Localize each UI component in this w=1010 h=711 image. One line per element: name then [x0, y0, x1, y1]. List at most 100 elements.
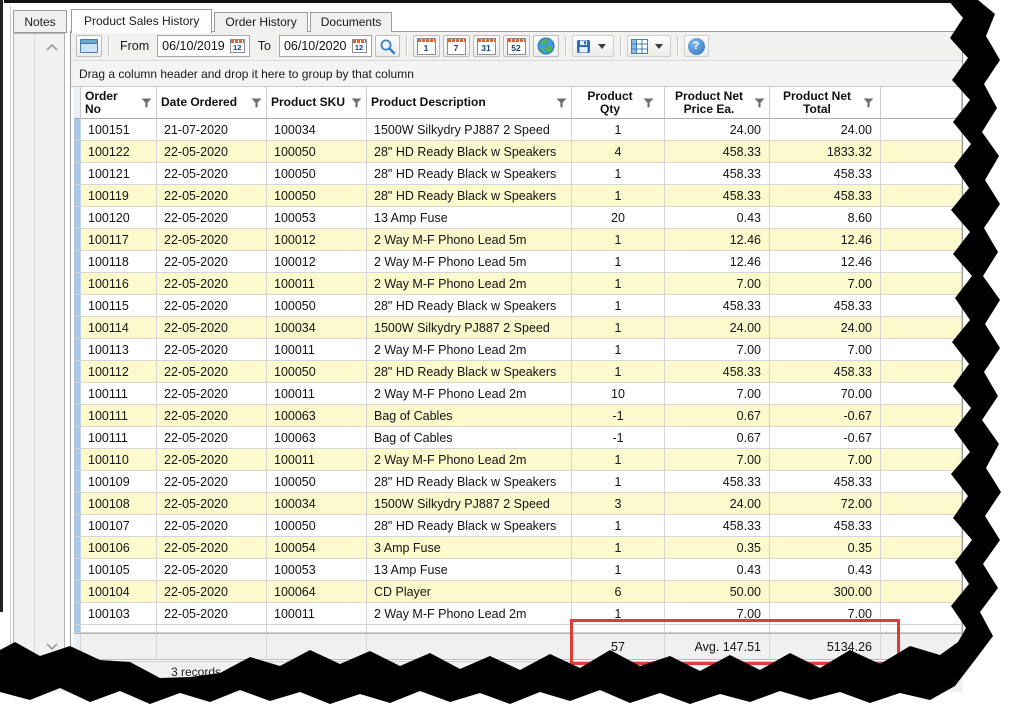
cell-product-qty: 1 [572, 471, 665, 493]
cell-product-sku: 100063 [267, 427, 367, 449]
filter-icon[interactable] [556, 98, 567, 108]
cell-empty [881, 427, 962, 449]
table-row[interactable]: 100121 22-05-2020 100050 28" HD Ready Bl… [74, 163, 962, 185]
cell-order-no: 100108 [81, 493, 157, 515]
row-indicator [74, 603, 81, 625]
row-indicator [74, 383, 81, 405]
table-row[interactable]: 100110 22-05-2020 100011 2 Way M-F Phono… [74, 449, 962, 471]
cell-empty [881, 185, 962, 207]
calendar-icon[interactable]: 12 [352, 39, 367, 53]
filter-icon[interactable] [643, 98, 654, 108]
column-chooser-button[interactable] [627, 35, 671, 57]
table-row[interactable]: 100117 22-05-2020 100012 2 Way M-F Phono… [74, 229, 962, 251]
table-row[interactable]: 100122 22-05-2020 100050 28" HD Ready Bl… [74, 141, 962, 163]
table-row[interactable]: 100109 22-05-2020 100050 28" HD Ready Bl… [74, 471, 962, 493]
cell-date-ordered: 22-05-2020 [157, 603, 267, 625]
cell-product-net-total: 458.33 [770, 471, 881, 493]
table-row[interactable]: 100105 22-05-2020 100053 13 Amp Fuse 1 0… [74, 559, 962, 581]
filter-icon[interactable] [351, 98, 362, 108]
column-header-product-net-price[interactable]: Product Net Price Ea. [665, 87, 770, 119]
cell-product-description: 1500W Silkydry PJ887 2 Speed [367, 119, 572, 141]
help-button[interactable] [684, 35, 709, 57]
table-row[interactable]: 100115 22-05-2020 100050 28" HD Ready Bl… [74, 295, 962, 317]
cell-empty [881, 449, 962, 471]
all-dates-button[interactable] [533, 35, 559, 57]
range-31-day-button[interactable]: 31 [473, 35, 500, 57]
table-row[interactable]: 100120 22-05-2020 100053 13 Amp Fuse 20 … [74, 207, 962, 229]
cell-date-ordered: 22-05-2020 [157, 515, 267, 537]
new-window-button[interactable] [76, 35, 102, 57]
notes-panel-tab[interactable]: Notes [13, 10, 67, 33]
to-date-field[interactable]: 06/10/2020 12 [279, 35, 372, 57]
table-row[interactable]: 100119 22-05-2020 100050 28" HD Ready Bl… [74, 185, 962, 207]
table-row[interactable]: 100114 22-05-2020 100034 1500W Silkydry … [74, 317, 962, 339]
calendar-icon[interactable]: 12 [230, 39, 245, 53]
row-indicator [74, 625, 81, 633]
range-1-day-button[interactable]: 1 [413, 35, 440, 57]
table-row[interactable]: 100104 22-05-2020 100064 CD Player 6 50.… [74, 581, 962, 603]
column-header-order-no[interactable]: Order No [81, 87, 157, 119]
table-row[interactable]: 100111 22-05-2020 100011 2 Way M-F Phono… [74, 383, 962, 405]
cell-product-sku: 100034 [267, 317, 367, 339]
calendar-31-icon: 31 [477, 38, 496, 55]
cell-product-net-total: 7.00 [770, 449, 881, 471]
column-label: Date Ordered [161, 96, 237, 109]
cell-product-description: 1500W Silkydry PJ887 2 Speed [367, 317, 572, 339]
toolbar-separator [677, 36, 678, 56]
cell-date-ordered: 22-05-2020 [157, 251, 267, 273]
search-button[interactable] [375, 35, 400, 57]
tab-product-sales-history[interactable]: Product Sales History [71, 9, 212, 33]
range-7-day-button[interactable]: 7 [443, 35, 470, 57]
toolbar-separator [620, 36, 621, 56]
toolbar: From 06/10/2019 12 To 06/10/2020 12 1 [71, 32, 962, 61]
filter-icon[interactable] [754, 98, 765, 108]
from-date-field[interactable]: 06/10/2019 12 [157, 35, 250, 57]
cell-date-ordered: 22-05-2020 [157, 427, 267, 449]
column-header-product-qty[interactable]: Product Qty [572, 87, 665, 119]
table-row[interactable]: 100151 21-07-2020 100034 1500W Silkydry … [74, 119, 962, 141]
cell-product-net-price: 24.00 [665, 317, 770, 339]
calendar-7-icon: 7 [447, 38, 466, 55]
table-row[interactable]: 100118 22-05-2020 100012 2 Way M-F Phono… [74, 251, 962, 273]
cell-date-ordered: 21-07-2020 [157, 119, 267, 141]
filter-icon[interactable] [251, 98, 262, 108]
table-row[interactable]: 100112 22-05-2020 100050 28" HD Ready Bl… [74, 361, 962, 383]
table-row[interactable]: 100103 22-05-2020 100011 2 Way M-F Phono… [74, 603, 962, 625]
cell-product-qty: 4 [572, 141, 665, 163]
cell-product-net-total: 0.35 [770, 537, 881, 559]
column-header-product-net-total[interactable]: Product Net Total [770, 87, 881, 119]
cell-empty [881, 559, 962, 581]
row-indicator [74, 405, 81, 427]
filter-icon[interactable] [863, 98, 874, 108]
row-indicator [74, 119, 81, 141]
table-row[interactable]: 100107 22-05-2020 100050 28" HD Ready Bl… [74, 515, 962, 537]
table-row[interactable]: 100111 22-05-2020 100063 Bag of Cables -… [74, 405, 962, 427]
table-row[interactable]: 100108 22-05-2020 100034 1500W Silkydry … [74, 493, 962, 515]
grid-summary-row: 57 Avg. 147.51 5134.26 [74, 633, 962, 660]
tab-order-history[interactable]: Order History [214, 12, 307, 32]
window-top-border [4, 0, 950, 3]
range-52-week-button[interactable]: 52 [503, 35, 530, 57]
tab-documents[interactable]: Documents [310, 12, 393, 32]
scroll-up-icon[interactable] [44, 42, 60, 54]
cell-order-no: 100110 [81, 449, 157, 471]
range-label: 31 [481, 43, 490, 54]
table-row[interactable]: 100111 22-05-2020 100063 Bag of Cables -… [74, 427, 962, 449]
column-header-date-ordered[interactable]: Date Ordered [157, 87, 267, 119]
table-row[interactable]: 100116 22-05-2020 100011 2 Way M-F Phono… [74, 273, 962, 295]
scroll-down-icon[interactable] [44, 640, 60, 652]
table-row[interactable]: 100106 22-05-2020 100054 3 Amp Fuse 1 0.… [74, 537, 962, 559]
column-header-product-description[interactable]: Product Description [367, 87, 572, 119]
filter-icon[interactable] [141, 98, 152, 108]
row-indicator [74, 141, 81, 163]
cell-product-qty: 20 [572, 207, 665, 229]
cell-order-no: 100121 [81, 163, 157, 185]
cell-product-net-total: 7.00 [770, 273, 881, 295]
group-by-bar[interactable]: Drag a column header and drop it here to… [71, 61, 962, 87]
cell-product-net-price: 458.33 [665, 471, 770, 493]
cell-product-description: 2 Way M-F Phono Lead 2m [367, 273, 572, 295]
save-export-button[interactable] [572, 35, 614, 57]
column-header-product-sku[interactable]: Product SKU [267, 87, 367, 119]
cell-product-sku: 100050 [267, 471, 367, 493]
table-row[interactable]: 100113 22-05-2020 100011 2 Way M-F Phono… [74, 339, 962, 361]
